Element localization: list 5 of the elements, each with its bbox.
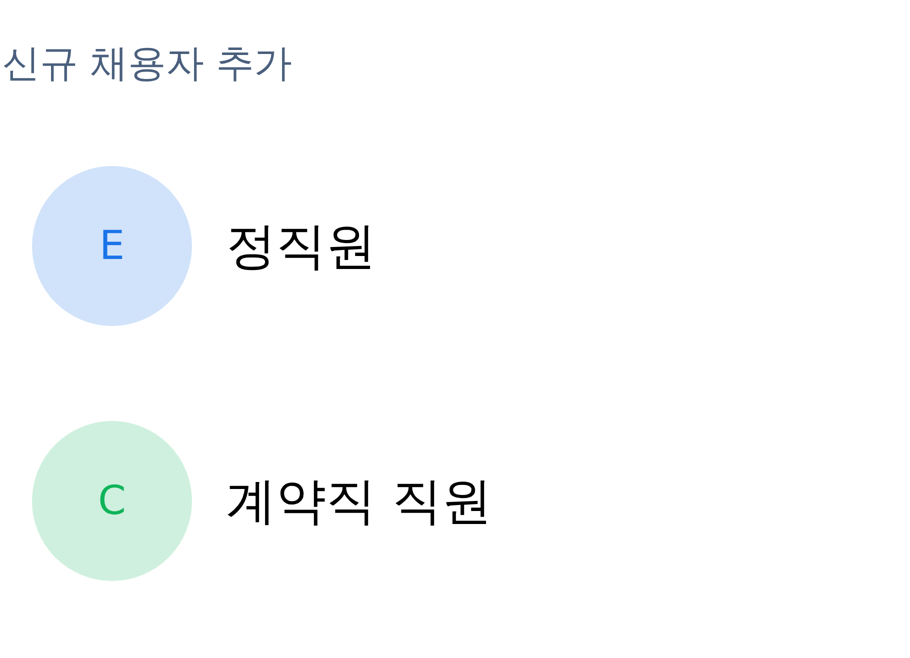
avatar: C bbox=[32, 421, 192, 581]
option-label[interactable]: 계약직 직원 bbox=[226, 464, 492, 538]
option-label[interactable]: 정직원 bbox=[226, 208, 376, 284]
dialog-title: 신규 채용자 추가 bbox=[2, 40, 294, 82]
avatar: E bbox=[32, 166, 192, 326]
